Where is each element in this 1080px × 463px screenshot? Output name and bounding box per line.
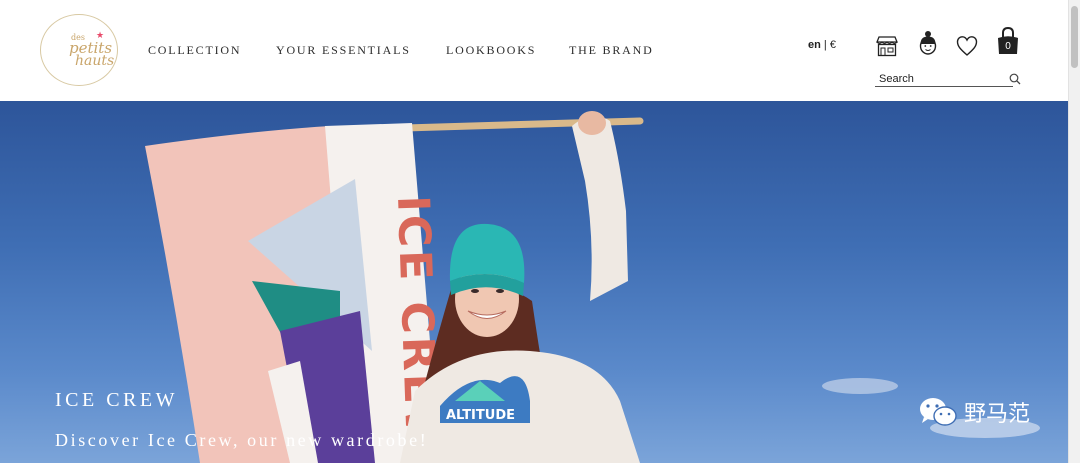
sweater-text: ALTITUDE [446, 408, 515, 423]
wechat-icon [920, 398, 957, 426]
language-label: en [808, 39, 821, 51]
logo-star-icon: ★ [96, 31, 105, 41]
site-header: des petits hauts ★ COLLECTION YOUR ESSEN… [0, 0, 1068, 101]
cart-count-badge: 0 [1005, 41, 1011, 52]
scrollbar-thumb[interactable] [1071, 6, 1078, 68]
currency-label: € [829, 39, 836, 51]
watermark: 野马范 [918, 395, 1030, 429]
nav-item-collection[interactable]: COLLECTION [148, 43, 241, 58]
logo-line-hauts: hauts [75, 53, 115, 69]
search-icon[interactable] [1009, 73, 1021, 85]
page-scrollbar[interactable] [1068, 0, 1080, 463]
search-bar [875, 72, 1025, 88]
hero-banner[interactable]: ICE CREW ALTITUDE ICE CREW Discover Ice … [0, 101, 1068, 463]
nav-item-the-brand[interactable]: THE BRAND [569, 43, 654, 58]
language-currency-selector[interactable]: en | € [808, 39, 836, 51]
search-input[interactable] [875, 72, 1013, 87]
watermark-text: 野马范 [964, 402, 1031, 427]
wishlist-heart-icon[interactable] [956, 35, 978, 57]
nav-item-your-essentials[interactable]: YOUR ESSENTIALS [276, 43, 411, 58]
hero-title: ICE CREW [55, 389, 178, 411]
hero-subtitle-link[interactable]: Discover Ice Crew, our new wardrobe! [55, 430, 428, 451]
nav-item-lookbooks[interactable]: LOOKBOOKS [446, 43, 536, 58]
lang-separator: | [820, 39, 830, 51]
store-icon[interactable] [875, 34, 899, 58]
brand-logo[interactable]: des petits hauts ★ [40, 14, 118, 86]
account-icon[interactable] [917, 30, 939, 58]
